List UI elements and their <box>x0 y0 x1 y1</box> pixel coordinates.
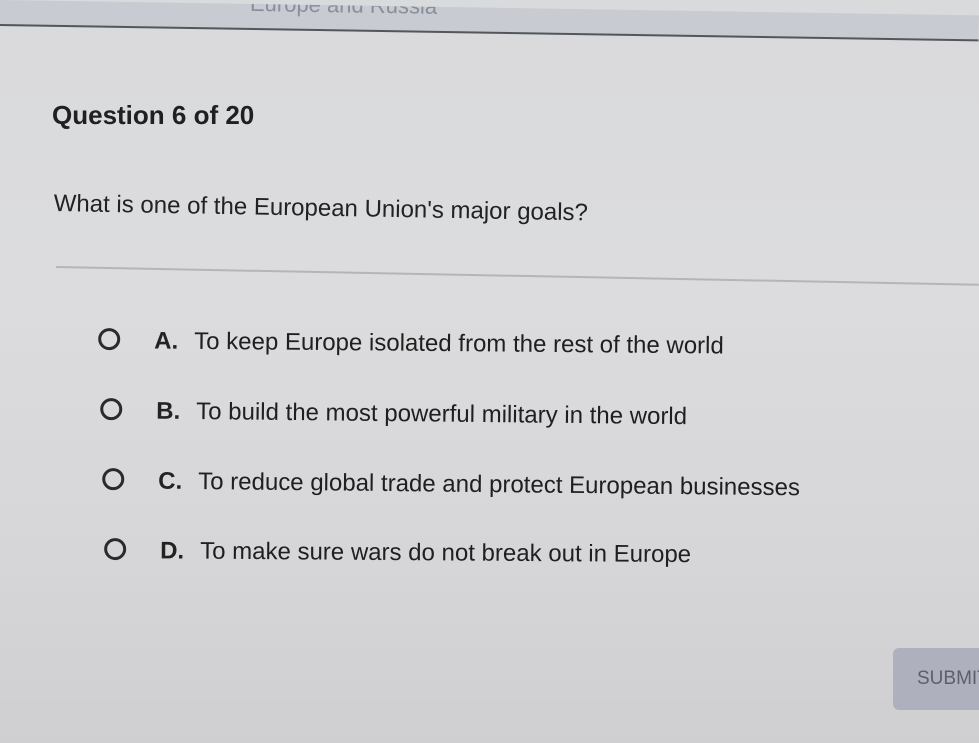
question-text: What is one of the European Union's majo… <box>53 190 589 227</box>
option-text: To keep Europe isolated from the rest of… <box>194 327 724 360</box>
option-a[interactable]: A. To keep Europe isolated from the rest… <box>98 327 959 405</box>
option-letter: D. <box>160 537 185 565</box>
option-letter: B. <box>156 397 181 425</box>
header-band: Europe and Russia <box>0 0 979 42</box>
option-text: To make sure wars do not break out in Eu… <box>200 537 692 569</box>
option-text: To build the most powerful military in t… <box>196 398 688 431</box>
header-title: Europe and Russia <box>249 0 438 19</box>
submit-button[interactable]: SUBMIT <box>893 648 979 710</box>
radio-button-b[interactable] <box>100 398 123 421</box>
option-d[interactable]: D. To make sure wars do not break out in… <box>104 537 964 613</box>
option-letter: A. <box>154 327 179 355</box>
divider <box>55 266 979 286</box>
question-counter: Question 6 of 20 <box>52 100 255 130</box>
option-letter: C. <box>158 467 183 495</box>
option-b[interactable]: B. To build the most powerful military i… <box>100 397 961 476</box>
option-c[interactable]: C. To reduce global trade and protect Eu… <box>102 467 963 546</box>
radio-button-d[interactable] <box>104 538 127 561</box>
option-text: To reduce global trade and protect Europ… <box>198 468 801 502</box>
answer-options: A. To keep Europe isolated from the rest… <box>98 327 958 607</box>
radio-button-c[interactable] <box>102 468 125 491</box>
radio-button-a[interactable] <box>98 328 121 351</box>
